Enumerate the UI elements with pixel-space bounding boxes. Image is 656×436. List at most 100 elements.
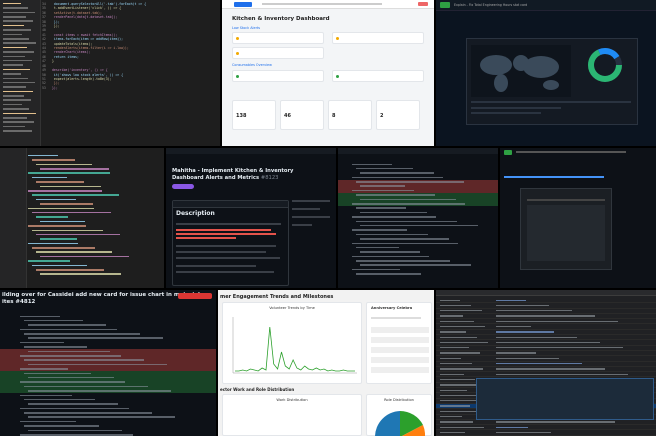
top-nav	[166, 148, 336, 154]
file-entry[interactable]	[3, 86, 26, 88]
code-area[interactable]	[28, 152, 162, 286]
chart-card: Volunteer Trends by Time	[222, 302, 362, 384]
top-bar	[222, 0, 434, 9]
file-entry[interactable]	[3, 64, 23, 66]
code-text: items.forEach(item => addRow(item));	[52, 37, 124, 42]
code-text: }	[52, 59, 54, 64]
page-title: Kitchen & Inventory Dashboard	[232, 16, 330, 22]
alert-card-2[interactable]	[332, 32, 424, 44]
work-distribution-card: Work Distribution	[222, 394, 362, 436]
stat-value: 138	[236, 113, 247, 119]
code-text: updateTotals(items);	[52, 41, 93, 46]
code-editor-window-middle-left	[0, 148, 164, 288]
row-line	[471, 107, 561, 109]
code-line	[32, 247, 95, 249]
code-line	[36, 233, 120, 236]
stat-card-4[interactable]: 2	[376, 100, 420, 130]
file-entry[interactable]	[3, 103, 22, 106]
chart-title: Role Distribution	[384, 398, 414, 402]
stat-card-1[interactable]: 138	[232, 100, 276, 130]
code-text: t.addEventListener('click', () => {	[52, 6, 122, 11]
file-entry[interactable]	[3, 46, 27, 49]
code-line	[28, 172, 110, 174]
file-entry[interactable]	[3, 130, 32, 132]
alert-card-3[interactable]	[232, 47, 324, 59]
diff-area[interactable]	[0, 314, 216, 436]
line-number: 53	[42, 85, 46, 90]
description-heading: Description	[176, 210, 215, 217]
stat-card-2[interactable]: 46	[280, 100, 324, 130]
code-line	[40, 273, 121, 275]
file-entry[interactable]	[3, 112, 36, 115]
row-line	[471, 112, 541, 114]
pr-number: #8123	[260, 174, 279, 181]
world-map	[471, 45, 571, 97]
file-entry[interactable]	[3, 7, 28, 9]
file-entry[interactable]	[3, 38, 29, 40]
merge-button[interactable]	[178, 293, 212, 299]
file-entry[interactable]	[3, 73, 21, 75]
stat-value: 8	[332, 113, 336, 119]
file-entry[interactable]	[3, 125, 25, 128]
file-entry[interactable]	[3, 108, 29, 110]
info-card-2[interactable]	[332, 70, 424, 82]
file-entry[interactable]	[3, 81, 35, 84]
dashboard-preview	[466, 38, 638, 125]
code-text: setActive(t.dataset.tab);	[52, 10, 102, 15]
info-card-1[interactable]	[232, 70, 324, 82]
file-entry[interactable]	[3, 20, 33, 22]
code-line	[40, 220, 85, 223]
code-line	[32, 176, 67, 179]
code-text: renderChart(items);	[52, 50, 91, 55]
code-area[interactable]: 34 document.querySelectorAll('.tab').for…	[42, 2, 218, 144]
map-svg	[480, 55, 559, 92]
code-line	[28, 154, 58, 157]
series-line	[235, 326, 355, 372]
stat-card-3[interactable]: 8	[328, 100, 372, 130]
file-entry[interactable]	[3, 99, 31, 101]
nav-button[interactable]	[234, 1, 252, 7]
code-line	[32, 194, 119, 196]
file-entry[interactable]	[3, 24, 24, 27]
devtools-window	[436, 290, 656, 436]
code-text: });	[52, 19, 60, 24]
code-line	[28, 225, 86, 227]
file-entry[interactable]	[3, 117, 27, 119]
file-entry[interactable]	[3, 55, 25, 58]
pr-diff-window-bottom-left: ilding over for Cassidei add new card fo…	[0, 290, 216, 436]
divider	[471, 101, 631, 103]
section-title: Low Stock Alerts	[232, 26, 261, 30]
code-text: });	[52, 24, 60, 29]
file-entry[interactable]	[3, 42, 36, 44]
pr-title: ilding over for Cassidei add new card fo…	[2, 292, 200, 298]
code-line	[40, 255, 129, 258]
pie-chart	[375, 411, 425, 436]
file-entry[interactable]	[3, 51, 34, 53]
section-title: ector Work and Role Distribution	[220, 387, 295, 392]
file-entry[interactable]	[3, 59, 32, 62]
alert-card-1[interactable]	[232, 32, 324, 44]
file-entry[interactable]	[3, 95, 24, 97]
file-entry[interactable]	[3, 90, 33, 93]
file-entry[interactable]	[3, 121, 34, 123]
file-entry[interactable]	[3, 68, 30, 71]
code-text: renderPanel(data[t.dataset.tab]);	[52, 15, 118, 20]
file-entry[interactable]	[3, 29, 31, 31]
code-editor-window-top-left: 34 document.querySelectorAll('.tab').for…	[0, 0, 220, 146]
file-entry[interactable]	[3, 11, 35, 14]
diff-area[interactable]	[338, 162, 498, 288]
file-entry[interactable]	[3, 33, 22, 36]
file-entry[interactable]	[3, 16, 26, 18]
pr-page-window: Mahitha - Implement Kitchen & Inventory …	[166, 148, 336, 288]
file-entry[interactable]	[3, 77, 28, 80]
code-text: describe('inventory', () => {	[52, 68, 108, 73]
file-explorer	[0, 148, 27, 288]
code-line	[40, 168, 109, 170]
card-title: Anniversary Celebra	[371, 306, 413, 310]
code-line	[36, 216, 68, 218]
code-line	[28, 260, 70, 262]
url-text	[262, 3, 382, 5]
code-text: const items = await fetchItems();	[52, 32, 118, 37]
code-line	[36, 163, 92, 166]
file-entry[interactable]	[3, 2, 21, 5]
